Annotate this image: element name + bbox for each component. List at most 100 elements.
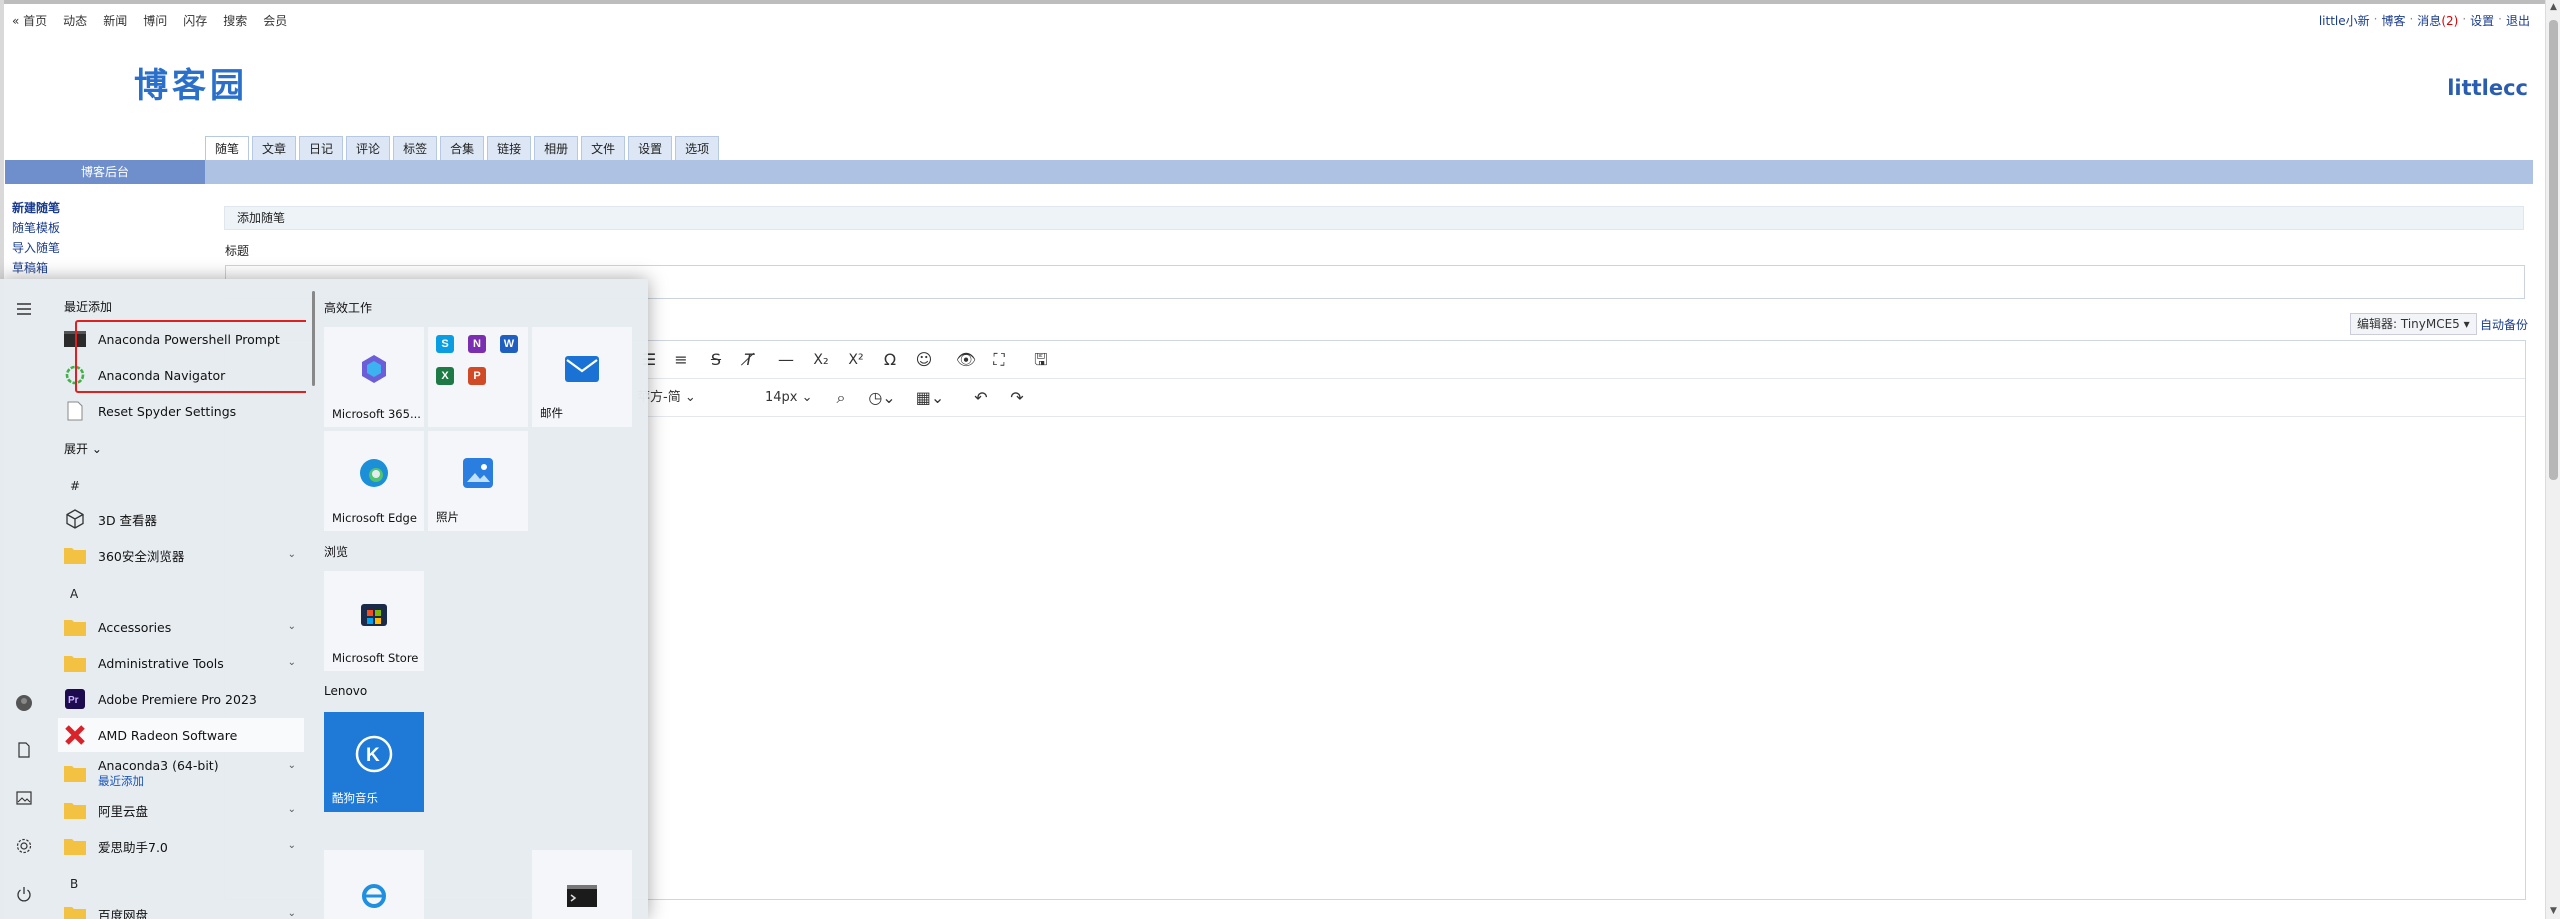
letter-header-a[interactable]: A <box>70 587 78 601</box>
table-icon[interactable]: ▦⌄ <box>913 386 947 410</box>
onenote-icon[interactable]: N <box>468 335 486 353</box>
tile-label: Microsoft Store <box>332 651 419 665</box>
search-icon[interactable]: ⌕ <box>830 386 852 410</box>
tab-tags[interactable]: 标签 <box>393 136 438 160</box>
pictures-icon[interactable] <box>13 787 35 809</box>
sidebar-import-posts[interactable]: 导入随笔 <box>12 238 60 258</box>
tab-albums[interactable]: 相册 <box>534 136 579 160</box>
tab-articles[interactable]: 文章 <box>252 136 297 160</box>
settings-gear-icon[interactable] <box>13 835 35 857</box>
scroll-down-icon[interactable]: ▼ <box>2546 904 2560 919</box>
app-3d-viewer[interactable]: 3D 查看器 <box>58 502 304 536</box>
tab-links[interactable]: 链接 <box>487 136 532 160</box>
word-icon[interactable]: W <box>500 335 518 353</box>
tab-settings[interactable]: 设置 <box>628 136 673 160</box>
app-aliyun-drive[interactable]: 阿里云盘 ⌄ <box>58 793 304 827</box>
skype-icon[interactable]: S <box>436 335 454 353</box>
tile-photos[interactable]: 照片 <box>428 431 528 531</box>
tile-internet-explorer[interactable] <box>324 850 424 919</box>
clear-format-icon[interactable]: T̸ <box>738 348 760 372</box>
hamburger-menu-icon[interactable] <box>13 298 35 320</box>
app-anaconda3[interactable]: Anaconda3 (64-bit) 最近添加 ⌄ <box>58 754 304 792</box>
tab-diary[interactable]: 日记 <box>299 136 344 160</box>
blog-name[interactable]: littlecc <box>2447 76 2528 100</box>
superscript-icon[interactable]: X² <box>845 348 867 372</box>
nav-activity[interactable]: 动态 <box>63 12 87 30</box>
tile-microsoft-edge[interactable]: Microsoft Edge <box>324 431 424 531</box>
svg-text:K: K <box>366 745 380 766</box>
kugou-icon: K <box>354 734 394 778</box>
scroll-thumb[interactable] <box>2549 20 2558 480</box>
chevron-down-icon: ⌄ <box>287 908 296 919</box>
strikethrough-icon[interactable]: S <box>705 348 727 372</box>
expand-button[interactable]: 展开 ⌄ <box>64 440 102 457</box>
tile-kugou-music[interactable]: K 酷狗音乐 <box>324 712 424 812</box>
tile-office-apps[interactable]: S N W X P <box>428 327 528 427</box>
scroll-up-icon[interactable]: ▲ <box>2546 0 2560 15</box>
app-adobe-premiere[interactable]: Pr Adobe Premiere Pro 2023 <box>58 682 304 716</box>
letter-header-b[interactable]: B <box>70 877 78 891</box>
app-360-browser[interactable]: 360安全浏览器 ⌄ <box>58 538 304 572</box>
horizontal-rule-icon[interactable]: — <box>775 348 797 372</box>
tab-options[interactable]: 选项 <box>675 136 720 160</box>
app-reset-spyder-settings[interactable]: Reset Spyder Settings <box>58 394 304 428</box>
power-icon[interactable] <box>13 883 35 905</box>
user-link[interactable]: little小新 <box>2319 12 2370 30</box>
tab-collections[interactable]: 合集 <box>440 136 485 160</box>
app-label: Reset Spyder Settings <box>98 403 237 419</box>
logout-link[interactable]: 退出 <box>2506 12 2530 30</box>
messages-link[interactable]: 消息(2) <box>2417 12 2458 30</box>
app-anaconda-navigator[interactable]: Anaconda Navigator <box>58 358 304 392</box>
chevron-down-icon: ⌄ <box>287 840 296 851</box>
tile-command-prompt[interactable] <box>532 850 632 919</box>
app-anaconda-powershell-prompt[interactable]: Anaconda Powershell Prompt <box>58 322 304 356</box>
emoji-icon[interactable]: ☺ <box>913 348 935 372</box>
nav-flash[interactable]: 闪存 <box>183 12 207 30</box>
settings-link[interactable]: 设置 <box>2470 12 2494 30</box>
site-logo[interactable]: 博客园 <box>134 58 248 107</box>
redo-icon[interactable]: ↷ <box>1006 386 1028 410</box>
app-accessories[interactable]: Accessories ⌄ <box>58 610 304 644</box>
app-amd-radeon[interactable]: AMD Radeon Software <box>58 718 304 752</box>
letter-header-hash[interactable]: # <box>70 479 80 493</box>
documents-icon[interactable] <box>13 739 35 761</box>
nav-news[interactable]: 新闻 <box>103 12 127 30</box>
tile-microsoft-365[interactable]: Microsoft 365... <box>324 327 424 427</box>
app-label: Anaconda Powershell Prompt <box>98 331 280 347</box>
nav-vip[interactable]: 会员 <box>263 12 287 30</box>
blog-link[interactable]: 博客 <box>2381 12 2405 30</box>
user-avatar-icon[interactable] <box>13 692 35 714</box>
sidebar-new-post[interactable]: 新建随笔 <box>12 198 60 218</box>
sidebar-drafts[interactable]: 草稿箱 <box>12 258 60 278</box>
chevron-down-icon: ⌄ <box>287 760 296 771</box>
clock-icon[interactable]: ◷⌄ <box>865 386 899 410</box>
font-size-select[interactable]: 14px ⌄ <box>765 386 813 410</box>
app-list-scrollbar[interactable] <box>312 291 315 386</box>
preview-icon[interactable]: 👁 <box>955 348 977 372</box>
fullscreen-icon[interactable]: ⛶ <box>988 348 1010 372</box>
document-icon <box>64 400 86 422</box>
subscript-icon[interactable]: X₂ <box>810 348 832 372</box>
nav-search[interactable]: 搜索 <box>223 12 247 30</box>
tile-label: Microsoft Edge <box>332 511 417 525</box>
save-icon[interactable]: 🖫 <box>1030 348 1052 372</box>
nav-questions[interactable]: 博问 <box>143 12 167 30</box>
tile-mail[interactable]: 邮件 <box>532 327 632 427</box>
tab-posts[interactable]: 随笔 <box>205 136 250 160</box>
app-i4-tools[interactable]: 爱思助手7.0 ⌄ <box>58 829 304 863</box>
tab-comments[interactable]: 评论 <box>346 136 391 160</box>
special-char-icon[interactable]: Ω <box>879 348 901 372</box>
app-baidu-netdisk[interactable]: 百度网盘 ⌄ <box>58 897 304 919</box>
excel-icon[interactable]: X <box>436 367 454 385</box>
sidebar-post-templates[interactable]: 随笔模板 <box>12 218 60 238</box>
tab-files[interactable]: 文件 <box>581 136 626 160</box>
align-right-icon[interactable]: ≡ <box>670 348 692 372</box>
autosave-link[interactable]: 自动备份 <box>2480 316 2528 333</box>
tile-microsoft-store[interactable]: Microsoft Store <box>324 571 424 671</box>
editor-select[interactable]: 编辑器: TinyMCE5 ▾ <box>2350 313 2477 335</box>
powerpoint-icon[interactable]: P <box>468 367 486 385</box>
nav-home[interactable]: « 首页 <box>12 12 47 30</box>
app-administrative-tools[interactable]: Administrative Tools ⌄ <box>58 646 304 680</box>
page-scrollbar[interactable]: ▲ ▼ <box>2545 0 2560 919</box>
undo-icon[interactable]: ↶ <box>970 386 992 410</box>
